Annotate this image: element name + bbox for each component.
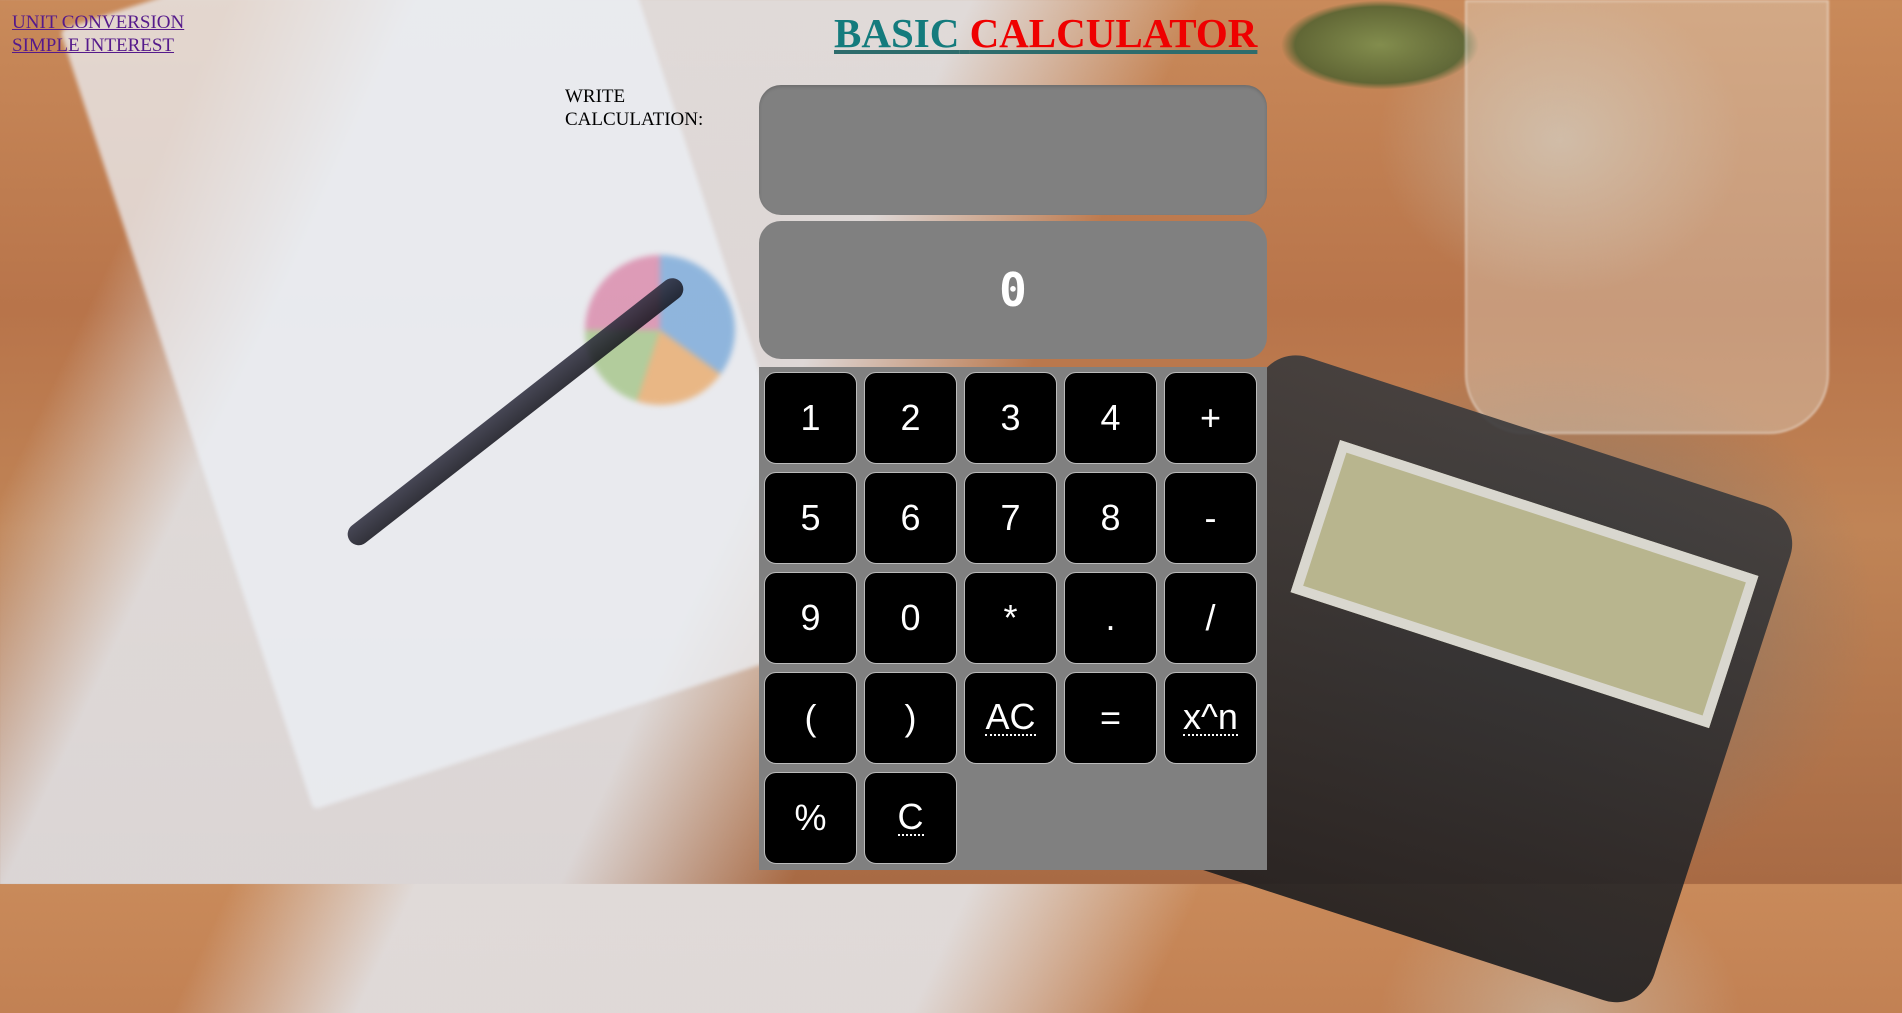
key-plus[interactable]: + xyxy=(1164,372,1257,464)
background-plant xyxy=(1280,0,1480,90)
key-clear-label: C xyxy=(897,796,924,837)
key-5[interactable]: 5 xyxy=(764,472,857,564)
key-3[interactable]: 3 xyxy=(964,372,1057,464)
nav-links: UNIT CONVERSION SIMPLE INTEREST xyxy=(12,11,184,57)
key-0[interactable]: 0 xyxy=(864,572,957,664)
write-calculation-label: WRITE CALCULATION: xyxy=(565,85,703,131)
unit-conversion-link[interactable]: UNIT CONVERSION xyxy=(12,11,184,34)
calculation-input[interactable] xyxy=(759,85,1267,215)
title-word-basic: BASIC xyxy=(834,10,960,56)
key-clear[interactable]: C xyxy=(864,772,957,864)
background-calculator-screen xyxy=(1290,440,1759,729)
keypad: 1 2 3 4 + 5 6 7 8 - 9 0 * . / ( ) AC = x… xyxy=(759,367,1267,870)
simple-interest-link[interactable]: SIMPLE INTEREST xyxy=(12,34,184,57)
key-open-paren[interactable]: ( xyxy=(764,672,857,764)
key-equals[interactable]: = xyxy=(1064,672,1157,764)
key-minus[interactable]: - xyxy=(1164,472,1257,564)
background-pen xyxy=(343,273,688,550)
key-close-paren[interactable]: ) xyxy=(864,672,957,764)
write-label-line2: CALCULATION: xyxy=(565,109,704,130)
key-1[interactable]: 1 xyxy=(764,372,857,464)
key-2[interactable]: 2 xyxy=(864,372,957,464)
background-paper xyxy=(60,0,846,810)
page-title: BASIC CALCULATOR xyxy=(834,8,1257,58)
key-power-label: x^n xyxy=(1183,696,1238,737)
key-7[interactable]: 7 xyxy=(964,472,1057,564)
key-multiply[interactable]: * xyxy=(964,572,1057,664)
key-power[interactable]: x^n xyxy=(1164,672,1257,764)
key-percent[interactable]: % xyxy=(764,772,857,864)
key-all-clear-label: AC xyxy=(985,696,1036,737)
background-pie-chart xyxy=(585,255,735,405)
background-jar xyxy=(1465,0,1829,434)
key-6[interactable]: 6 xyxy=(864,472,957,564)
key-9[interactable]: 9 xyxy=(764,572,857,664)
key-divide[interactable]: / xyxy=(1164,572,1257,664)
title-word-calculator: CALCULATOR xyxy=(969,10,1258,56)
write-label-line1: WRITE xyxy=(565,86,626,107)
result-display: 0 xyxy=(759,221,1267,359)
key-8[interactable]: 8 xyxy=(1064,472,1157,564)
key-all-clear[interactable]: AC xyxy=(964,672,1057,764)
key-decimal[interactable]: . xyxy=(1064,572,1157,664)
key-4[interactable]: 4 xyxy=(1064,372,1157,464)
